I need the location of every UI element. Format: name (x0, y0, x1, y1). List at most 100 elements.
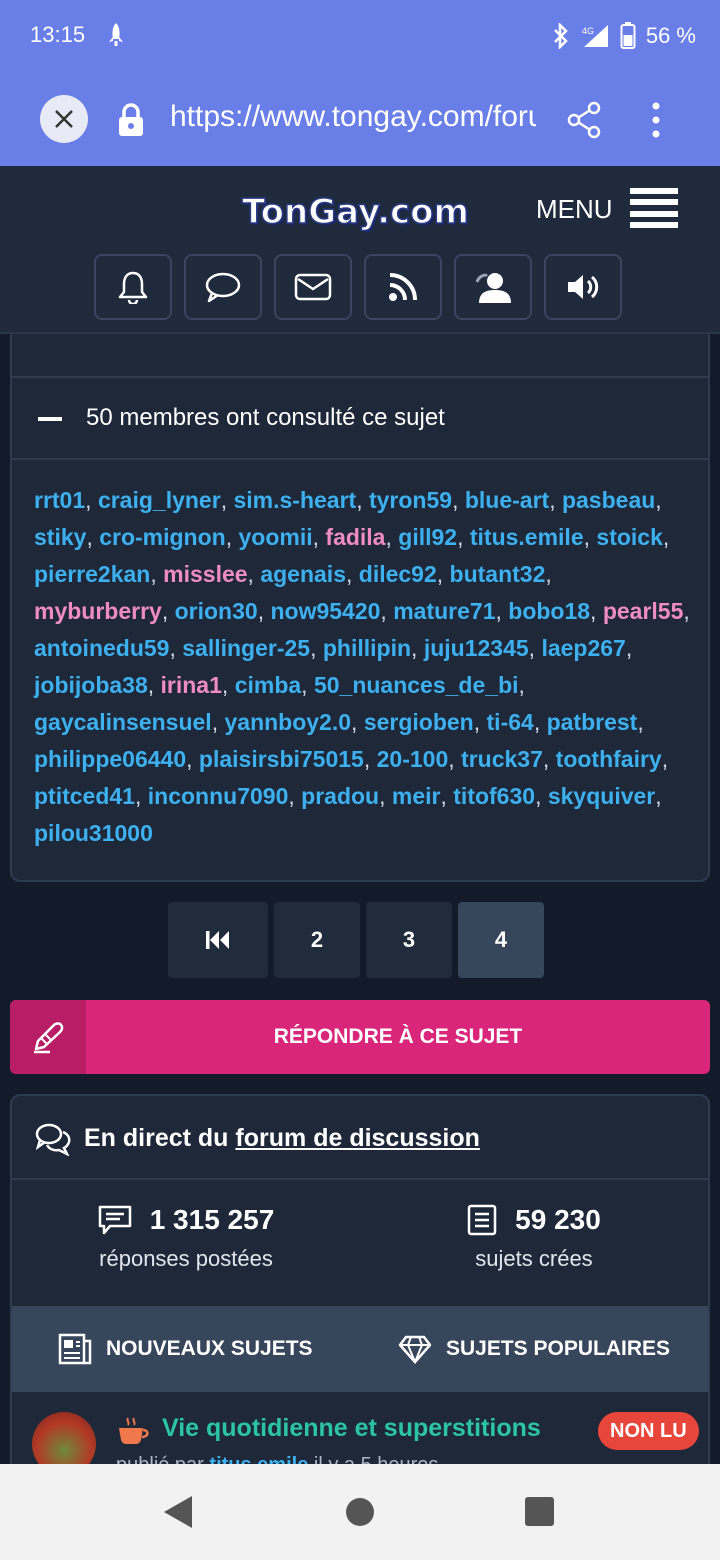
member-link[interactable]: pasbeau (562, 487, 655, 513)
tab-new-topics-label: NOUVEAUX SUJETS (106, 1337, 313, 1360)
member-link[interactable]: yannboy2.0 (224, 709, 351, 735)
member-separator: , (662, 524, 670, 550)
feed-button[interactable] (364, 254, 442, 320)
member-link[interactable]: phillipin (323, 635, 411, 661)
member-link[interactable]: yoomii (239, 524, 313, 550)
home-icon[interactable] (346, 1498, 374, 1526)
member-link[interactable]: tyron59 (369, 487, 452, 513)
member-link[interactable]: dilec92 (359, 561, 437, 587)
member-link[interactable]: rrt01 (34, 487, 85, 513)
member-link[interactable]: stiky (34, 524, 86, 550)
header-nav-icons (94, 254, 622, 320)
member-link[interactable]: sim.s-heart (233, 487, 356, 513)
tab-new-topics[interactable]: NOUVEAUX SUJETS (58, 1306, 313, 1392)
member-link[interactable]: blue-art (465, 487, 549, 513)
member-link[interactable]: juju12345 (424, 635, 529, 661)
member-link[interactable]: sergioben (364, 709, 474, 735)
member-link[interactable]: irina1 (161, 672, 222, 698)
member-link[interactable]: craig_lyner (98, 487, 221, 513)
member-link[interactable]: 50_nuances_de_bi (314, 672, 519, 698)
site-header: TonGay.com MENU (0, 166, 720, 334)
member-link[interactable]: toothfairy (556, 746, 662, 772)
reply-icon-box (10, 1000, 86, 1074)
member-link[interactable]: titus.emile (470, 524, 584, 550)
member-link[interactable]: agenais (260, 561, 346, 587)
card-top-strip (12, 334, 708, 378)
replies-stat: 1 315 257 réponses postées (12, 1204, 360, 1272)
collapse-icon[interactable] (38, 417, 62, 421)
url-field[interactable]: https://www.tongay.com/forum (170, 100, 536, 134)
forum-live-card: En direct du forum de discussion 1 315 2… (10, 1094, 710, 1494)
member-separator: , (385, 524, 392, 550)
member-link[interactable]: patbrest (547, 709, 638, 735)
member-link[interactable]: meir (392, 783, 441, 809)
member-link[interactable]: laep267 (541, 635, 625, 661)
member-link[interactable]: bobo18 (508, 598, 590, 624)
member-link[interactable]: pradou (301, 783, 379, 809)
member-link[interactable]: myburberry (34, 598, 162, 624)
member-link[interactable]: stoick (596, 524, 662, 550)
member-link[interactable]: 20-100 (377, 746, 449, 772)
member-link[interactable]: gaycalinsensuel (34, 709, 212, 735)
member-link[interactable]: cimba (235, 672, 301, 698)
member-link[interactable]: titof630 (453, 783, 535, 809)
close-tab-button[interactable] (40, 95, 88, 143)
chat-button[interactable] (184, 254, 262, 320)
member-link[interactable]: butant32 (450, 561, 546, 587)
member-link[interactable]: jobijoba38 (34, 672, 148, 698)
site-logo[interactable]: TonGay.com (241, 191, 469, 233)
member-link[interactable]: ti-64 (487, 709, 534, 735)
bell-icon (118, 271, 148, 304)
skip-to-start-icon (206, 931, 229, 949)
member-link[interactable]: skyquiver (548, 783, 655, 809)
member-separator: , (436, 561, 444, 587)
member-separator: , (356, 487, 363, 513)
replies-label: réponses postées (99, 1246, 273, 1271)
member-link[interactable]: plaisirsbi75015 (199, 746, 364, 772)
member-link[interactable]: mature71 (393, 598, 495, 624)
viewers-header[interactable]: 50 membres ont consulté ce sujet (12, 378, 708, 460)
profile-button[interactable] (454, 254, 532, 320)
member-link[interactable]: fadila (325, 524, 385, 550)
member-link[interactable]: philippe06440 (34, 746, 186, 772)
sound-button[interactable] (544, 254, 622, 320)
member-link[interactable]: inconnu7090 (148, 783, 289, 809)
notifications-button[interactable] (94, 254, 172, 320)
tab-popular-topics[interactable]: SUJETS POPULAIRES (398, 1306, 670, 1392)
member-link[interactable]: cro-mignon (99, 524, 226, 550)
member-link[interactable]: ptitced41 (34, 783, 135, 809)
menu-label[interactable]: MENU (536, 194, 613, 225)
member-link[interactable]: misslee (163, 561, 247, 587)
member-link[interactable]: sallinger-25 (182, 635, 310, 661)
recent-apps-icon[interactable] (525, 1497, 554, 1526)
member-link[interactable]: antoinedu59 (34, 635, 169, 661)
viewers-title: 50 membres ont consulté ce sujet (86, 404, 445, 431)
chat-bubble-icon (205, 272, 241, 303)
first-page-button[interactable] (168, 902, 268, 978)
member-separator: , (545, 561, 552, 587)
member-separator: , (448, 746, 455, 772)
share-icon[interactable] (566, 100, 602, 140)
page-button-2[interactable]: 2 (274, 902, 360, 978)
member-link[interactable]: gill92 (398, 524, 457, 550)
member-separator: , (535, 783, 542, 809)
page-button-4[interactable]: 4 (458, 902, 544, 978)
reply-to-topic-button[interactable]: RÉPONDRE À CE SUJET (10, 1000, 710, 1074)
member-link[interactable]: truck37 (461, 746, 543, 772)
member-link[interactable]: pilou31000 (34, 820, 153, 846)
members-list: rrt01, craig_lyner, sim.s-heart, tyron59… (34, 482, 690, 852)
member-separator: , (655, 487, 662, 513)
member-link[interactable]: now95420 (270, 598, 380, 624)
more-options-icon[interactable] (646, 100, 666, 140)
member-link[interactable]: pierre2kan (34, 561, 150, 587)
page-button-3[interactable]: 3 (366, 902, 452, 978)
member-link[interactable]: pearl55 (603, 598, 684, 624)
hamburger-menu-icon[interactable] (630, 188, 678, 228)
member-separator: , (161, 598, 169, 624)
member-link[interactable]: orion30 (175, 598, 258, 624)
forum-link[interactable]: forum de discussion (235, 1124, 479, 1152)
topic-title[interactable]: Vie quotidienne et superstitions (162, 1414, 541, 1443)
messages-button[interactable] (274, 254, 352, 320)
back-icon[interactable] (164, 1496, 192, 1528)
member-separator: , (549, 487, 556, 513)
